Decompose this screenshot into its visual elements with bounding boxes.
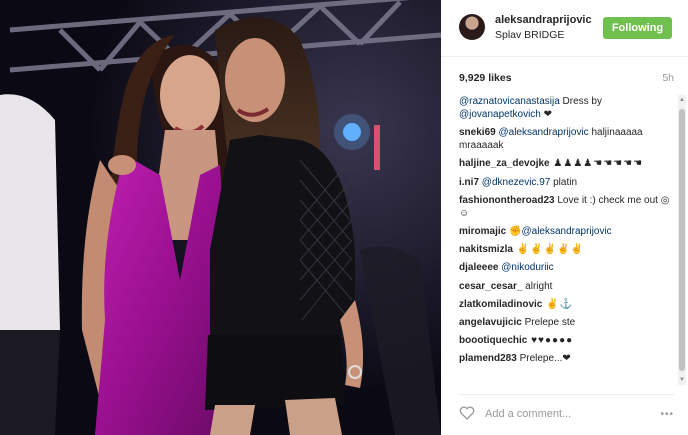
list-item: cesar_cesar_ alright: [459, 280, 673, 293]
comment-text: alright: [522, 280, 553, 292]
comments-scrollbar[interactable]: ▲ ▼: [678, 95, 686, 385]
comment-mention[interactable]: @dknezevic.97: [482, 177, 551, 188]
post-header: aleksandraprijovic Splav BRIDGE Followin…: [441, 0, 688, 57]
comment-emoji: ✊: [506, 225, 522, 237]
comment-text: Prelepe...❤: [516, 353, 571, 365]
list-item: zlatkomiladinovic ✌⚓: [459, 298, 673, 311]
heart-icon[interactable]: [459, 406, 475, 420]
list-item: haljine_za_devojke ♟♟♟♟☚☚☚☚☚: [459, 157, 673, 170]
comment-text: ✌⚓: [542, 298, 574, 310]
comment-user[interactable]: cesar_cesar_: [459, 281, 522, 292]
avatar[interactable]: [459, 14, 485, 40]
list-item: djaleeee @nikoduriic: [459, 261, 673, 274]
list-item: fashionontheroad23 Love it :) check me o…: [459, 194, 673, 220]
comment-mention[interactable]: @nikoduriic: [501, 262, 553, 273]
post-photo[interactable]: [0, 0, 441, 435]
scroll-thumb[interactable]: [679, 109, 685, 371]
more-options-icon[interactable]: •••: [660, 409, 674, 420]
photo-illustration: [0, 0, 441, 435]
comment-user[interactable]: i.ni7: [459, 177, 479, 188]
comment-user[interactable]: haljine_za_devojke: [459, 158, 550, 169]
comments-list: @raznatovicanastasija Dress by @jovanape…: [459, 95, 673, 385]
comment-user[interactable]: miromajic: [459, 226, 506, 237]
comment-text: ♥♥●●●●: [527, 335, 574, 347]
comment-text: platin: [550, 176, 578, 188]
comment-mention[interactable]: @aleksandraprijovic: [521, 226, 611, 237]
add-comment-input[interactable]: [485, 406, 635, 422]
comment-mention[interactable]: @jovanapetkovich: [459, 109, 541, 120]
scroll-up-arrow-icon[interactable]: ▲: [679, 97, 685, 103]
scroll-down-arrow-icon[interactable]: ▼: [679, 377, 685, 383]
list-item: miromajic ✊@aleksandraprijovic: [459, 225, 673, 238]
comment-user[interactable]: zlatkomiladinovic: [459, 299, 542, 310]
comment-user[interactable]: sneki69: [459, 127, 496, 138]
post-stats: 9,929 likes 5h: [459, 72, 674, 86]
comment-user[interactable]: angelavujicic: [459, 317, 522, 328]
comment-footer: •••: [459, 394, 674, 427]
list-item: nakitsmizla ✌✌✌✌✌: [459, 243, 673, 256]
list-item: angelavujicic Prelepe ste: [459, 316, 673, 329]
post-panel: aleksandraprijovic Splav BRIDGE Followin…: [441, 0, 688, 435]
following-button[interactable]: Following: [603, 17, 672, 39]
comment-user[interactable]: plamend283: [459, 353, 517, 364]
list-item: boootiquechic ♥♥●●●●: [459, 334, 673, 347]
list-item: i.ni7 @dknezevic.97 platin: [459, 176, 673, 189]
comment-user[interactable]: djaleeee: [459, 262, 498, 273]
list-item: @raznatovicanastasija Dress by @jovanape…: [459, 95, 673, 121]
comment-user[interactable]: @raznatovicanastasija: [459, 96, 560, 107]
comment-mention[interactable]: @aleksandraprijovic: [498, 127, 588, 138]
location[interactable]: Splav BRIDGE: [495, 29, 564, 41]
likes-count[interactable]: 9,929 likes: [459, 72, 512, 84]
comment-user[interactable]: boootiquechic: [459, 335, 527, 346]
list-item: plamend283 Prelepe...❤: [459, 352, 673, 365]
comment-emoji: ❤: [540, 109, 553, 120]
post-time[interactable]: 5h: [662, 72, 674, 84]
comment-text: Prelepe ste: [521, 316, 576, 328]
username[interactable]: aleksandraprijovic: [495, 14, 592, 26]
comment-user[interactable]: nakitsmizla: [459, 244, 513, 255]
comment-user[interactable]: fashionontheroad23: [459, 195, 555, 206]
comment-text: Dress by: [559, 96, 602, 107]
comment-text: ✌✌✌✌✌: [512, 244, 584, 256]
list-item: sneki69 @aleksandraprijovic haljinaaaaa …: [459, 126, 673, 152]
comment-text: ♟♟♟♟☚☚☚☚☚: [549, 158, 644, 170]
